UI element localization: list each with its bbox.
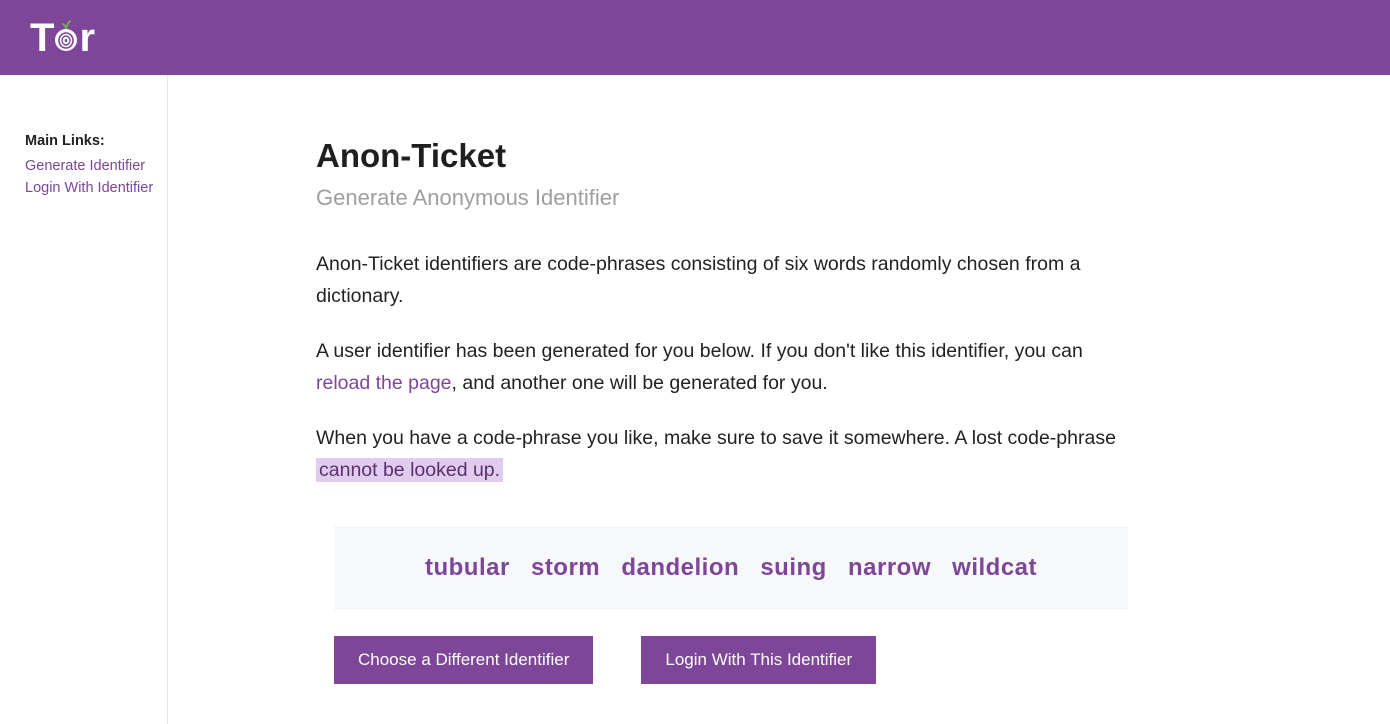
reload-page-link[interactable]: reload the page bbox=[316, 372, 452, 394]
sidebar: Main Links: Generate Identifier Login Wi… bbox=[0, 75, 168, 724]
intro-paragraph-2: A user identifier has been generated for… bbox=[316, 336, 1128, 399]
intro-paragraph-3: When you have a code-phrase you like, ma… bbox=[316, 423, 1128, 486]
main-content: Anon-Ticket Generate Anonymous Identifie… bbox=[168, 75, 1188, 724]
p2-text-a: A user identifier has been generated for… bbox=[316, 340, 1083, 362]
onion-icon bbox=[54, 20, 78, 52]
page-subtitle: Generate Anonymous Identifier bbox=[316, 185, 1128, 211]
identifier-words: tubular storm dandelion suing narrow wil… bbox=[425, 554, 1037, 581]
login-with-identifier-button[interactable]: Login With This Identifier bbox=[641, 636, 876, 684]
choose-different-button[interactable]: Choose a Different Identifier bbox=[334, 636, 593, 684]
intro-paragraph-1: Anon-Ticket identifiers are code-phrases… bbox=[316, 249, 1128, 312]
sidebar-link-generate[interactable]: Generate Identifier bbox=[25, 155, 167, 177]
sidebar-heading: Main Links: bbox=[25, 133, 167, 149]
tor-logo: T r bbox=[30, 18, 94, 58]
logo-letter-r: r bbox=[79, 18, 94, 58]
p2-text-b: , and another one will be generated for … bbox=[452, 372, 828, 394]
identifier-box: tubular storm dandelion suing narrow wil… bbox=[334, 526, 1128, 610]
p3-text-a: When you have a code-phrase you like, ma… bbox=[316, 427, 1116, 449]
header-bar: T r bbox=[0, 0, 1390, 75]
page-title: Anon-Ticket bbox=[316, 137, 1128, 175]
warning-highlight: cannot be looked up. bbox=[316, 458, 503, 482]
sidebar-link-login[interactable]: Login With Identifier bbox=[25, 177, 167, 199]
button-row: Choose a Different Identifier Login With… bbox=[334, 636, 1128, 684]
logo-letter-t: T bbox=[30, 18, 53, 58]
